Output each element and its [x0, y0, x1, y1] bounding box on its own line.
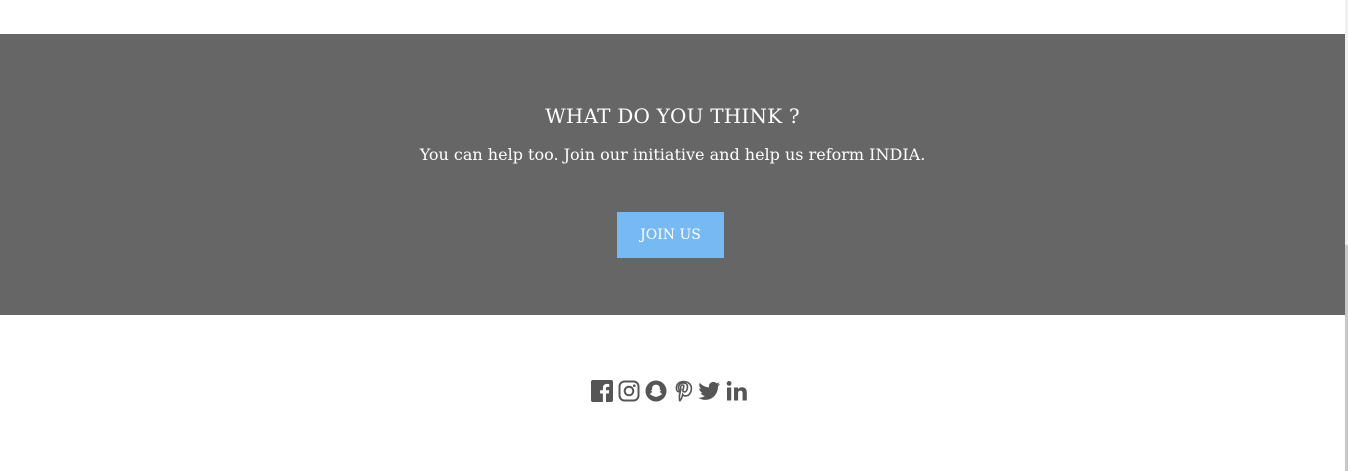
- twitter-icon[interactable]: [698, 379, 721, 403]
- social-links: [590, 379, 748, 403]
- cta-title: WHAT DO YOU THINK ?: [545, 104, 800, 128]
- cta-subtitle: You can help too. Join our initiative an…: [419, 145, 926, 164]
- pinterest-icon[interactable]: [671, 379, 694, 403]
- facebook-icon[interactable]: [590, 379, 613, 403]
- instagram-icon[interactable]: [617, 379, 640, 403]
- join-us-button[interactable]: JOIN US: [617, 212, 724, 258]
- cta-band: WHAT DO YOU THINK ? You can help too. Jo…: [0, 34, 1345, 315]
- linkedin-icon[interactable]: [725, 379, 748, 403]
- page: WHAT DO YOU THINK ? You can help too. Jo…: [0, 0, 1348, 471]
- snapchat-icon[interactable]: [644, 379, 667, 403]
